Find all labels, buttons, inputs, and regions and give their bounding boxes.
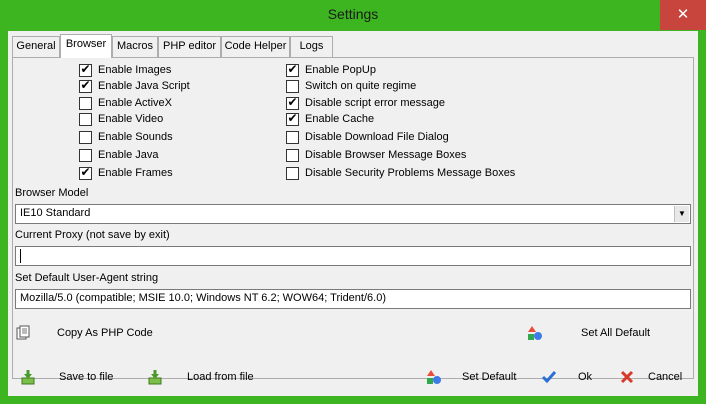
checkbox-box <box>286 166 299 180</box>
checkbox-label: Enable PopUp <box>305 64 376 76</box>
tab-label: PHP editor <box>163 40 216 52</box>
dialog-client-area: General Browser Macros PHP editor Code H… <box>8 31 698 396</box>
checkmark-icon <box>541 369 557 385</box>
set-all-default-button[interactable]: Set All Default <box>527 321 677 345</box>
cancel-button[interactable]: Cancel <box>619 365 694 389</box>
tab-label: General <box>16 40 56 52</box>
tab-code-helper[interactable]: Code Helper <box>221 36 290 57</box>
browser-model-select[interactable]: IE10 Standard ▼ <box>15 204 691 224</box>
chevron-down-icon[interactable]: ▼ <box>674 206 689 222</box>
checkbox-label: Disable Browser Message Boxes <box>305 149 467 161</box>
user-agent-label: Set Default User-Agent string <box>15 272 159 284</box>
checkmark-icon: ✔ <box>287 94 298 109</box>
enable-cache-checkbox[interactable]: ✔ Enable Cache <box>286 110 375 126</box>
checkbox-box: ✔ <box>79 164 92 180</box>
button-label: Save to file <box>59 371 114 383</box>
enable-javascript-checkbox[interactable]: ✔ Enable Java Script <box>79 77 190 93</box>
button-label: Set Default <box>462 371 517 383</box>
copy-php-code-button[interactable]: Copy As PHP Code <box>15 321 175 345</box>
checkbox-label: Enable Cache <box>305 113 375 125</box>
enable-video-checkbox[interactable]: Enable Video <box>79 112 163 126</box>
tab-logs[interactable]: Logs <box>290 36 333 57</box>
button-label: Copy As PHP Code <box>57 327 153 339</box>
enable-activex-checkbox[interactable]: Enable ActiveX <box>79 96 172 110</box>
load-icon <box>147 369 163 385</box>
save-icon <box>20 369 36 385</box>
checkbox-box <box>79 130 92 144</box>
shapes-icon <box>527 325 543 341</box>
checkbox-box <box>79 112 92 126</box>
browser-tab-panel: ✔ Enable Images ✔ Enable Java Script Ena… <box>12 57 694 379</box>
save-to-file-button[interactable]: Save to file <box>20 365 130 389</box>
close-button[interactable]: ✕ <box>660 0 706 30</box>
checkbox-label: Enable Sounds <box>98 131 173 143</box>
cancel-x-icon <box>619 369 635 385</box>
checkbox-box: ✔ <box>286 61 299 77</box>
checkbox-label: Enable Images <box>98 64 172 76</box>
settings-window: Settings ✕ General Browser Macros PHP ed… <box>0 0 706 404</box>
button-label: Cancel <box>648 371 683 383</box>
disable-script-error-checkbox[interactable]: ✔ Disable script error message <box>286 94 445 110</box>
checkbox-label: Enable ActiveX <box>98 97 172 109</box>
checkmark-icon: ✔ <box>80 164 91 179</box>
checkbox-box <box>286 148 299 162</box>
close-icon: ✕ <box>676 6 690 23</box>
enable-java-checkbox[interactable]: Enable Java <box>79 148 159 162</box>
enable-frames-checkbox[interactable]: ✔ Enable Frames <box>79 164 173 180</box>
tab-label: Browser <box>65 38 107 50</box>
enable-images-checkbox[interactable]: ✔ Enable Images <box>79 61 172 77</box>
checkbox-box: ✔ <box>286 94 299 110</box>
checkbox-label: Disable script error message <box>305 97 445 109</box>
checkbox-box: ✔ <box>286 110 299 126</box>
checkbox-label: Switch on quite regime <box>305 80 417 92</box>
checkmark-icon: ✔ <box>287 110 298 125</box>
checkbox-label: Disable Download File Dialog <box>305 131 449 143</box>
tab-general[interactable]: General <box>12 36 60 57</box>
checkbox-label: Enable Java Script <box>98 80 190 92</box>
checkbox-box <box>79 148 92 162</box>
checkbox-box <box>286 130 299 144</box>
disable-security-message-boxes-checkbox[interactable]: Disable Security Problems Message Boxes <box>286 166 515 180</box>
checkmark-icon: ✔ <box>80 77 91 92</box>
button-label: Load from file <box>187 371 254 383</box>
checkbox-label: Enable Java <box>98 149 159 161</box>
quiet-regime-checkbox[interactable]: Switch on quite regime <box>286 79 416 93</box>
proxy-input[interactable] <box>15 246 691 266</box>
copy-document-icon <box>15 325 31 341</box>
shapes-icon <box>426 369 442 385</box>
tab-label: Logs <box>299 40 324 52</box>
text-caret <box>20 249 21 263</box>
button-label: Ok <box>578 371 593 383</box>
enable-sounds-checkbox[interactable]: Enable Sounds <box>79 130 173 144</box>
browser-model-value: IE10 Standard <box>20 207 91 219</box>
checkbox-box <box>286 79 299 93</box>
ok-button[interactable]: Ok <box>541 365 601 389</box>
tab-php-editor[interactable]: PHP editor <box>158 36 221 57</box>
checkmark-icon: ✔ <box>80 61 91 76</box>
set-default-button[interactable]: Set Default <box>426 365 526 389</box>
checkbox-label: Enable Video <box>98 113 164 125</box>
checkbox-label: Disable Security Problems Message Boxes <box>305 167 516 179</box>
button-label: Set All Default <box>581 327 651 339</box>
checkbox-label: Enable Frames <box>98 167 173 179</box>
checkbox-box: ✔ <box>79 61 92 77</box>
browser-model-label: Browser Model <box>15 187 89 199</box>
tab-browser[interactable]: Browser <box>60 34 112 58</box>
checkmark-icon: ✔ <box>287 61 298 76</box>
tab-label: Macros <box>116 40 154 52</box>
user-agent-input[interactable]: Mozilla/5.0 (compatible; MSIE 10.0; Wind… <box>15 289 691 309</box>
window-title: Settings <box>327 6 379 22</box>
disable-browser-message-boxes-checkbox[interactable]: Disable Browser Message Boxes <box>286 148 466 162</box>
proxy-label: Current Proxy (not save by exit) <box>15 229 170 241</box>
checkbox-box <box>79 96 92 110</box>
tab-label: Code Helper <box>224 40 287 52</box>
tab-macros[interactable]: Macros <box>112 36 158 57</box>
enable-popup-checkbox[interactable]: ✔ Enable PopUp <box>286 61 376 77</box>
title-bar[interactable]: Settings ✕ <box>0 0 706 31</box>
load-from-file-button[interactable]: Load from file <box>147 365 267 389</box>
checkbox-box: ✔ <box>79 77 92 93</box>
user-agent-value: Mozilla/5.0 (compatible; MSIE 10.0; Wind… <box>20 292 386 304</box>
disable-download-dialog-checkbox[interactable]: Disable Download File Dialog <box>286 130 449 144</box>
